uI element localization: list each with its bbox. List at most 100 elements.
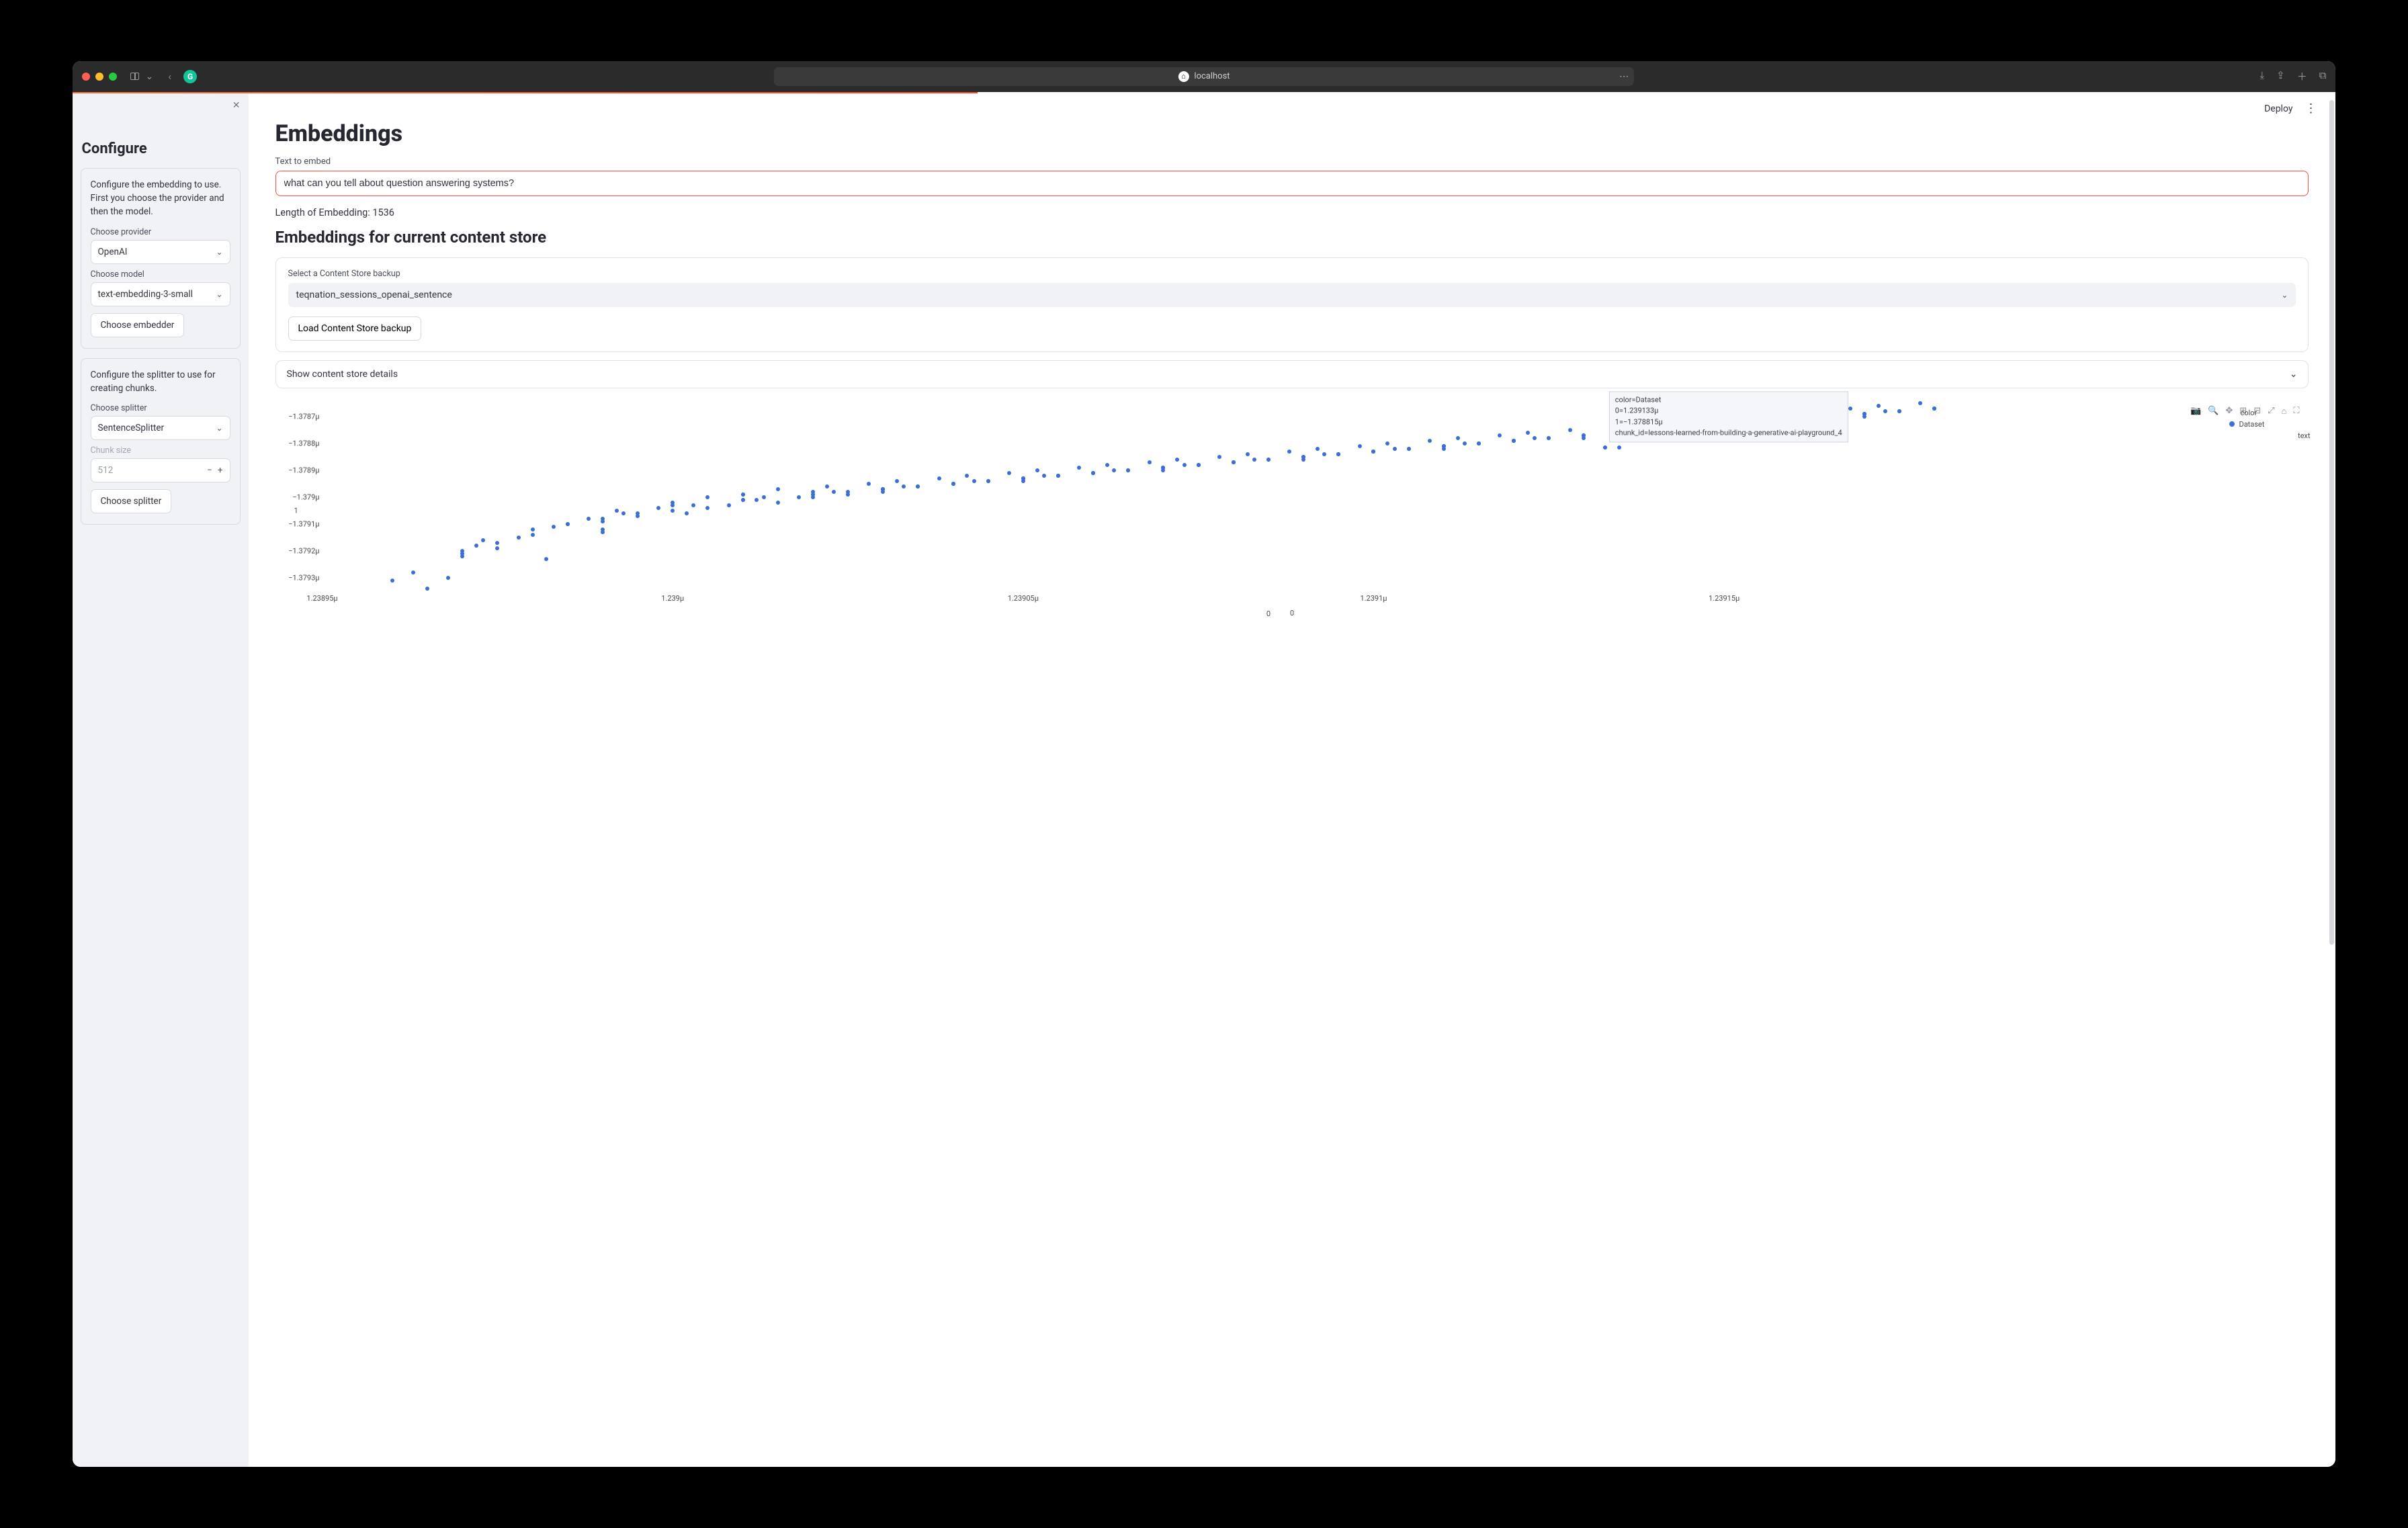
plus-icon[interactable]: + <box>218 465 223 476</box>
data-point[interactable] <box>705 495 710 499</box>
data-point[interactable] <box>1477 441 1481 445</box>
data-point[interactable] <box>1456 436 1460 440</box>
close-icon[interactable]: ✕ <box>232 100 241 111</box>
data-point[interactable] <box>1252 458 1256 462</box>
data-point[interactable] <box>531 527 535 532</box>
data-point[interactable] <box>965 474 969 478</box>
data-point[interactable] <box>1287 450 1291 454</box>
chunk-size-input[interactable]: 512 − + <box>91 458 230 482</box>
details-expander[interactable]: Show content store details ⌄ <box>275 360 2309 388</box>
data-point[interactable] <box>1526 431 1530 435</box>
data-point[interactable] <box>951 482 955 486</box>
grammarly-icon[interactable]: G <box>183 70 197 83</box>
data-point[interactable] <box>741 493 745 497</box>
data-point[interactable] <box>867 482 871 486</box>
data-point[interactable] <box>474 544 478 548</box>
data-point[interactable] <box>601 517 605 521</box>
data-point[interactable] <box>1582 436 1586 440</box>
data-point[interactable] <box>825 484 829 489</box>
data-point[interactable] <box>656 506 660 510</box>
data-point[interactable] <box>671 509 675 513</box>
window-max-icon[interactable] <box>109 73 117 81</box>
data-point[interactable] <box>1056 474 1060 478</box>
data-point[interactable] <box>1603 445 1607 450</box>
data-point[interactable] <box>797 495 801 499</box>
data-point[interactable] <box>1316 447 1320 451</box>
data-point[interactable] <box>615 509 619 513</box>
kebab-menu-icon[interactable]: ⋮ <box>2305 103 2317 115</box>
data-point[interactable] <box>1877 404 1881 408</box>
provider-select[interactable]: OpenAI ⌄ <box>91 240 230 264</box>
data-point[interactable] <box>691 503 695 507</box>
data-point[interactable] <box>832 490 836 494</box>
data-point[interactable] <box>685 511 689 515</box>
data-point[interactable] <box>1533 436 1537 440</box>
data-point[interactable] <box>1091 471 1095 475</box>
model-select[interactable]: text-embedding-3-small ⌄ <box>91 282 230 306</box>
data-point[interactable] <box>544 557 548 561</box>
data-point[interactable] <box>1336 452 1340 456</box>
data-point[interactable] <box>1883 409 1887 413</box>
data-point[interactable] <box>1266 458 1271 462</box>
load-backup-button[interactable]: Load Content Store backup <box>288 316 422 341</box>
data-point[interactable] <box>741 498 745 502</box>
data-point[interactable] <box>552 525 556 529</box>
window-close-icon[interactable] <box>82 73 90 81</box>
data-point[interactable] <box>902 484 906 489</box>
url-bar[interactable]: ⌂ localhost ⋯ <box>774 67 1634 86</box>
data-point[interactable] <box>1042 474 1046 478</box>
data-point[interactable] <box>1428 439 1432 443</box>
data-point[interactable] <box>517 536 521 540</box>
data-point[interactable] <box>1077 466 1081 470</box>
data-point[interactable] <box>1246 452 1250 456</box>
data-point[interactable] <box>1463 441 1467 445</box>
data-point[interactable] <box>460 554 464 558</box>
data-point[interactable] <box>411 570 415 575</box>
data-point[interactable] <box>705 506 710 510</box>
data-point[interactable] <box>671 503 675 507</box>
sidebar-toggle-icon[interactable] <box>130 73 139 80</box>
data-point[interactable] <box>881 490 885 494</box>
data-point[interactable] <box>1918 401 1922 405</box>
deploy-button[interactable]: Deploy <box>2264 103 2292 114</box>
data-point[interactable] <box>811 495 815 499</box>
data-point[interactable] <box>1617 445 1621 450</box>
data-point[interactable] <box>1498 433 1502 437</box>
data-point[interactable] <box>755 498 759 502</box>
minus-icon[interactable]: − <box>207 465 212 476</box>
data-point[interactable] <box>587 517 591 521</box>
data-point[interactable] <box>1112 468 1116 472</box>
data-point[interactable] <box>1217 455 1221 459</box>
data-point[interactable] <box>846 490 850 494</box>
data-point[interactable] <box>1568 428 1572 432</box>
back-icon[interactable]: ‹ <box>168 70 171 83</box>
data-point[interactable] <box>531 533 535 537</box>
data-point[interactable] <box>481 538 485 542</box>
data-point[interactable] <box>1301 458 1305 462</box>
data-point[interactable] <box>425 587 429 591</box>
data-point[interactable] <box>937 476 941 480</box>
data-point[interactable] <box>1197 463 1201 467</box>
tabs-icon[interactable]: ⧉ <box>2319 69 2327 83</box>
data-point[interactable] <box>1021 479 1025 483</box>
data-point[interactable] <box>1932 407 1936 411</box>
data-point[interactable] <box>916 484 920 489</box>
data-point[interactable] <box>1007 471 1011 475</box>
download-icon[interactable]: ⤓ <box>2260 69 2265 83</box>
chevron-down-icon[interactable]: ⌄ <box>146 71 154 82</box>
chart-points[interactable]: color=Dataset0=1.239133μ1=−1.378815μchun… <box>322 403 2215 591</box>
data-point[interactable] <box>1407 447 1411 451</box>
data-point[interactable] <box>1182 463 1187 467</box>
data-point[interactable] <box>1442 447 1446 451</box>
data-point[interactable] <box>601 527 605 532</box>
data-point[interactable] <box>1393 447 1397 451</box>
data-point[interactable] <box>621 511 626 515</box>
data-point[interactable] <box>1862 415 1866 419</box>
scrollbar-thumb[interactable] <box>2329 100 2334 945</box>
data-point[interactable] <box>1035 468 1039 472</box>
text-to-embed-input[interactable] <box>275 171 2309 196</box>
data-point[interactable] <box>762 495 766 499</box>
data-point[interactable] <box>776 501 780 505</box>
data-point[interactable] <box>1161 468 1165 472</box>
data-point[interactable] <box>1385 441 1389 445</box>
